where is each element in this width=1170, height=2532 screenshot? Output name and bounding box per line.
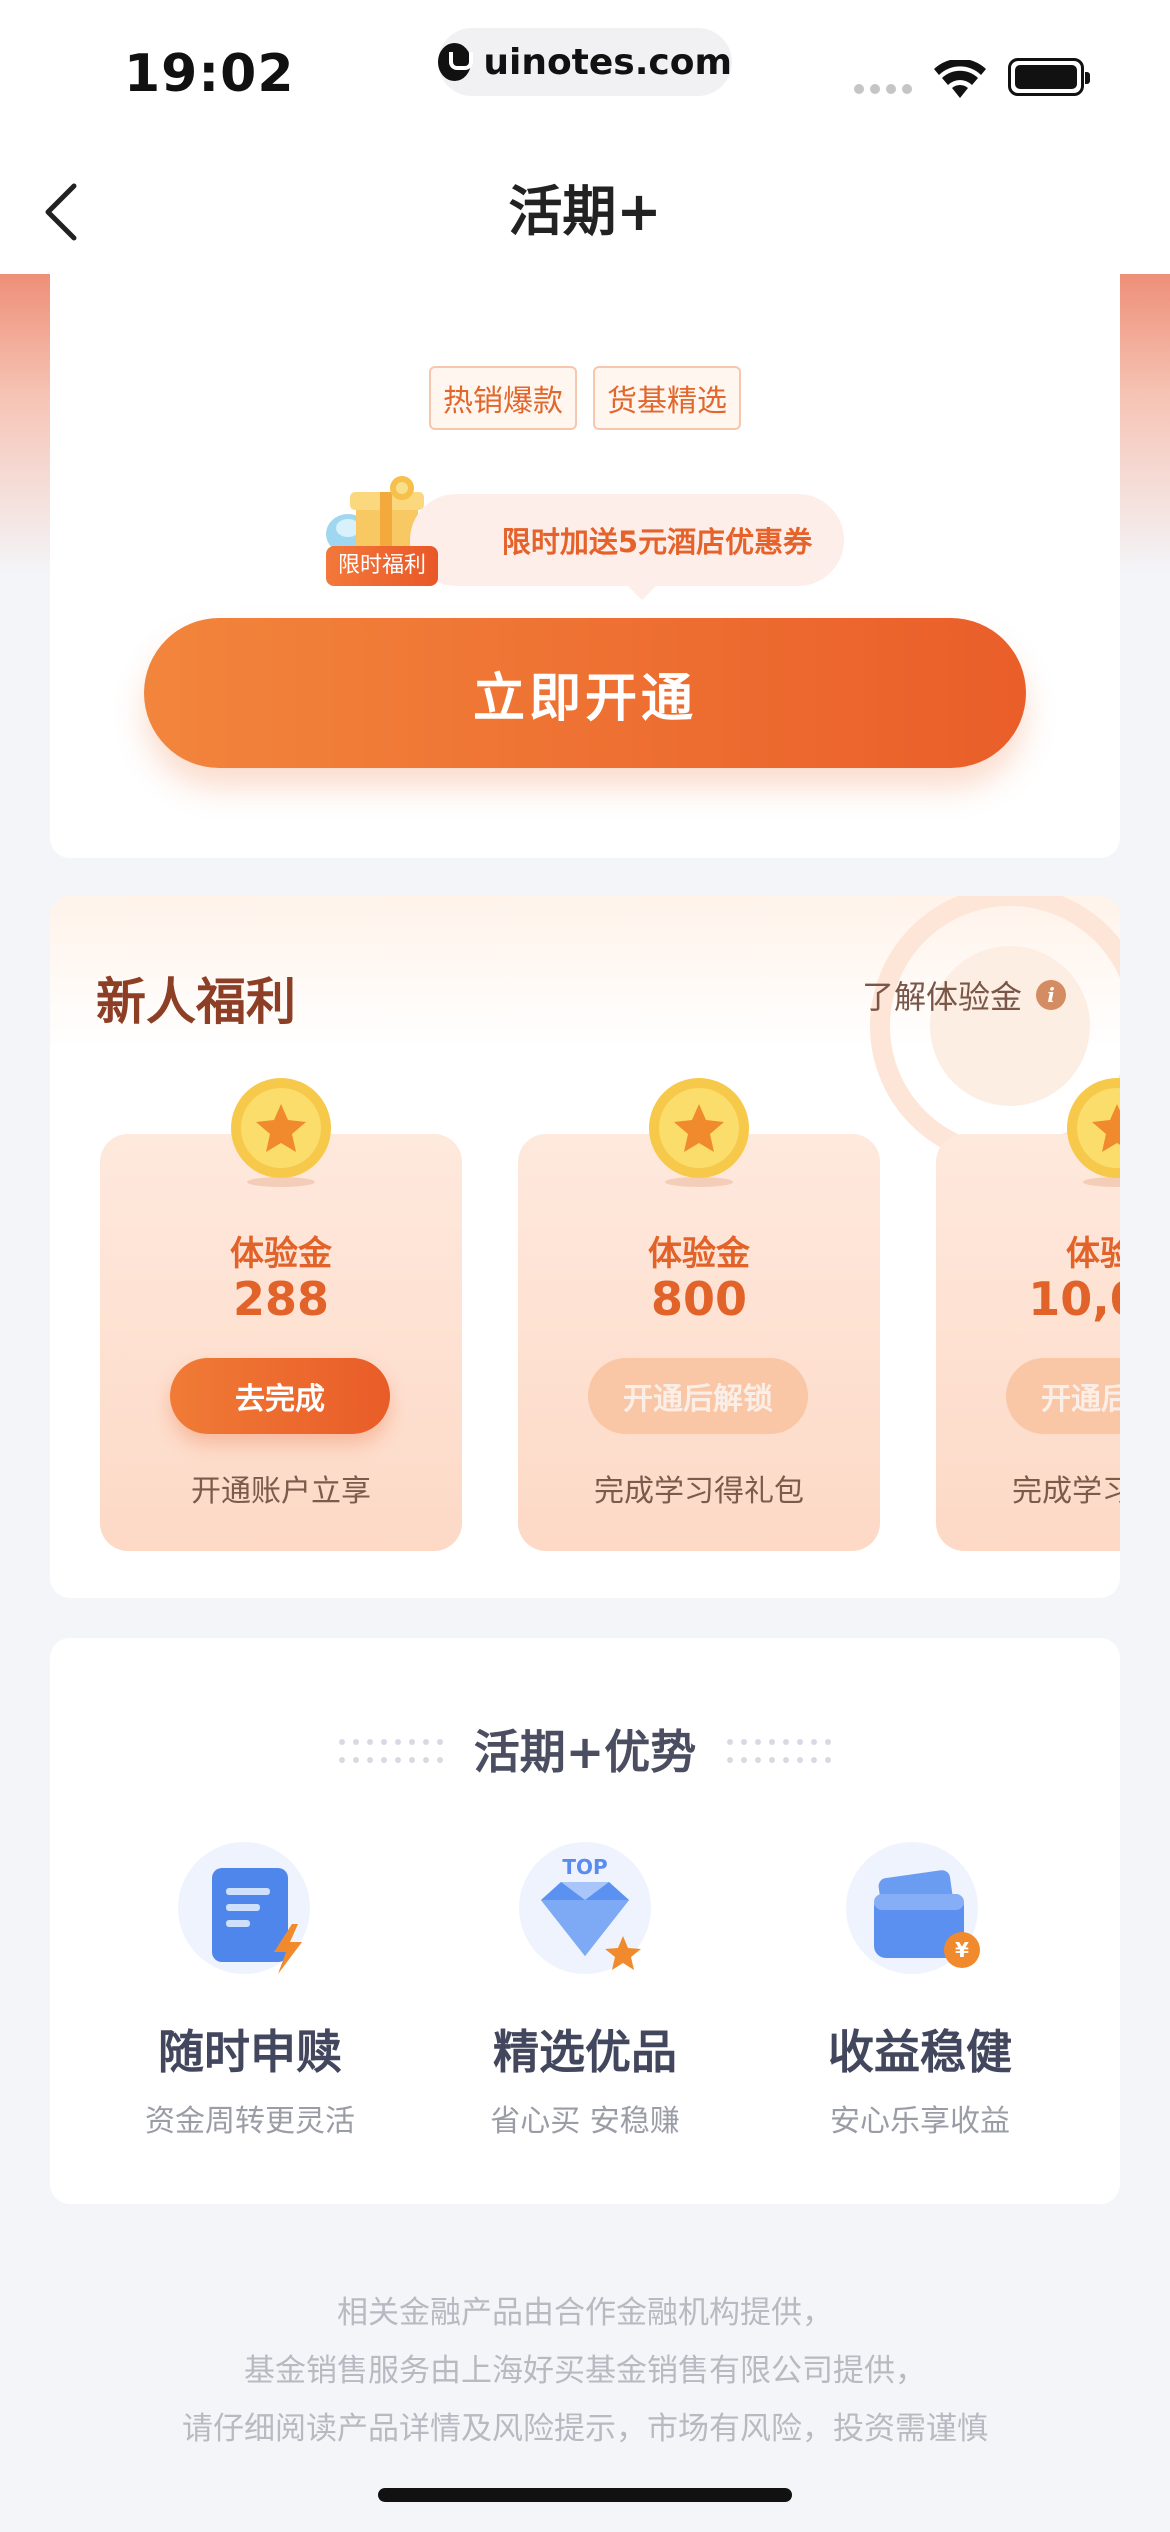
promo-bubble: 限时加送5元酒店优惠券 <box>410 494 844 600</box>
advantage-name: 随时申赎 <box>158 2025 342 2079</box>
benefit-amount: 288 <box>232 1272 330 1326</box>
advantage-item: 随时申赎 资金周转更灵活 <box>100 1838 400 2140</box>
benefit-amount: 10,000 <box>1028 1272 1120 1326</box>
benefit-item: 体验金 800 开通后解锁 完成学习得礼包 <box>518 1076 880 1551</box>
advantage-desc: 省心买 安稳赚 <box>490 2104 680 2139</box>
benefit-list: 体验金 288 去完成 开通账户立享 体验金 800 开通后解锁 完成学习得礼包 <box>100 1076 1120 1576</box>
decorative-dots-right-icon <box>727 1739 831 1763</box>
learn-trial-fund-link[interactable]: 了解体验金 i <box>862 972 1066 1018</box>
advantage-desc: 资金周转更灵活 <box>145 2104 355 2139</box>
benefit-label: 体验金 <box>648 1234 750 1274</box>
site-logo-icon <box>438 43 474 81</box>
star-coin-icon <box>231 1078 331 1187</box>
nav-bar: 活期+ <box>0 150 1170 274</box>
advantages-card: 活期+优势 随时申赎 资金周转更灵活 TOP 精选优品 省心买 安稳赚 ¥ 收益… <box>50 1638 1120 2204</box>
benefit-label: 体验金 <box>1066 1234 1120 1274</box>
page-title: 活期+ <box>508 180 662 243</box>
risk-disclaimer: 相关金融产品由合作金融机构提供， 基金销售服务由上海好买基金销售有限公司提供， … <box>0 2284 1170 2458</box>
new-user-benefit-card: 新人福利 了解体验金 i 体验金 288 去完成 开通账户立享 体验金 800 … <box>50 896 1120 1598</box>
open-now-button[interactable]: 立即开通 <box>144 618 1026 768</box>
unlock-after-open-button[interactable]: 开通后解锁 <box>1006 1358 1120 1434</box>
wallet-yuan-icon: ¥ <box>846 1842 980 1974</box>
star-coin-icon <box>1067 1078 1120 1187</box>
promo-badge: 限时福利 <box>326 546 439 586</box>
disclaimer-line: 请仔细阅读产品详情及风险提示，市场有风险，投资需谨慎 <box>182 2411 988 2447</box>
product-tags: 热销爆款 货基精选 <box>50 366 1120 430</box>
tag-hot: 热销爆款 <box>429 366 577 430</box>
open-account-card: 热销爆款 货基精选 限时加送5元酒店优惠券 限时福利 立即开通 <box>50 274 1120 858</box>
tag-fund: 货基精选 <box>593 366 741 430</box>
learn-link-label: 了解体验金 <box>861 978 1022 1016</box>
cellular-signal-icon <box>854 84 912 94</box>
advantage-desc: 安心乐享收益 <box>830 2104 1010 2139</box>
star-coin-icon <box>649 1078 749 1187</box>
benefit-note: 开通账户立享 <box>191 1474 371 1509</box>
benefit-amount: 800 <box>650 1272 748 1326</box>
benefit-note: 完成学习得礼包 <box>594 1474 804 1509</box>
document-lightning-icon <box>178 1842 310 1974</box>
svg-text:¥: ¥ <box>955 1938 969 1962</box>
url-pill[interactable]: uinotes.com <box>438 28 732 96</box>
benefit-item: 体验金 288 去完成 开通账户立享 <box>100 1076 462 1551</box>
unlock-after-open-button[interactable]: 开通后解锁 <box>588 1358 808 1434</box>
benefit-title: 新人福利 <box>96 973 296 1031</box>
disclaimer-line: 基金销售服务由上海好买基金销售有限公司提供， <box>244 2353 926 2389</box>
benefit-label: 体验金 <box>230 1234 332 1274</box>
status-bar: 19:02 uinotes.com <box>0 0 1170 150</box>
go-complete-button[interactable]: 去完成 <box>170 1358 390 1434</box>
top-diamond-icon: TOP <box>519 1842 651 1974</box>
url-text: uinotes.com <box>483 41 732 83</box>
advantage-item: TOP 精选优品 省心买 安稳赚 <box>435 1838 735 2140</box>
advantage-item: ¥ 收益稳健 安心乐享收益 <box>770 1838 1070 2140</box>
disclaimer-line: 相关金融产品由合作金融机构提供， <box>337 2295 833 2331</box>
home-indicator[interactable] <box>378 2488 792 2502</box>
info-icon: i <box>1036 980 1066 1010</box>
status-time: 19:02 <box>124 44 295 104</box>
diamond-top-label: TOP <box>562 1855 607 1879</box>
benefit-note: 完成学习得礼包 <box>1012 1474 1120 1509</box>
advantage-name: 精选优品 <box>493 2025 677 2079</box>
advantages-title: 活期+优势 <box>473 1725 697 1779</box>
benefit-item: 体验金 10,000 开通后解锁 完成学习得礼包 <box>936 1076 1120 1551</box>
advantage-name: 收益稳健 <box>828 2025 1012 2079</box>
battery-icon <box>1008 58 1090 96</box>
wifi-icon <box>934 60 986 98</box>
